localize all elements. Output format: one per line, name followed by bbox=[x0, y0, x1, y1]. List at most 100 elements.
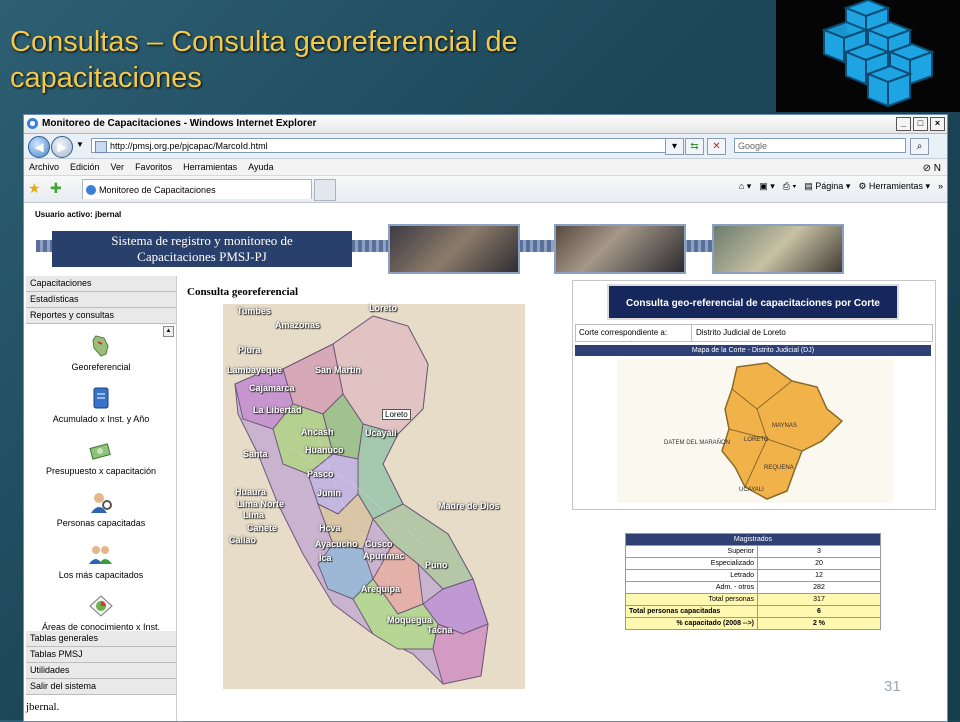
row-value: 6 bbox=[757, 605, 881, 618]
sidebar-item-capacitaciones[interactable]: Capacitaciones bbox=[26, 276, 176, 292]
page-content: Usuario activo: jbernal Sistema de regis… bbox=[24, 204, 947, 721]
map-region-label[interactable]: Hcva bbox=[319, 523, 341, 533]
norton-icon[interactable]: ⊘ N bbox=[923, 161, 941, 177]
feeds-icon[interactable]: ▣ ▾ bbox=[759, 181, 775, 192]
map-region-label[interactable]: Ancash bbox=[301, 427, 334, 437]
map-region-label[interactable]: Tacna bbox=[427, 625, 452, 635]
map-region-label[interactable]: Santa bbox=[243, 449, 268, 459]
chart-icon bbox=[89, 595, 113, 617]
menu-herramientas[interactable]: Herramientas bbox=[183, 159, 237, 175]
map-region-label[interactable]: Ica bbox=[319, 553, 332, 563]
money-icon bbox=[89, 443, 111, 460]
menu-georeferencial[interactable]: Georeferencial bbox=[26, 334, 176, 386]
map-peru-icon bbox=[92, 335, 109, 357]
tab-title: Monitoreo de Capacitaciones bbox=[99, 185, 216, 195]
menu-mas-capacitados[interactable]: Los más capacitados bbox=[26, 542, 176, 594]
map-region-label[interactable]: La Libertad bbox=[253, 405, 302, 415]
map-region-label[interactable]: Moquegua bbox=[387, 615, 432, 625]
map-region-label[interactable]: Callao bbox=[229, 535, 256, 545]
map-region-label[interactable]: Lima Norte bbox=[237, 499, 284, 509]
search-icon[interactable]: ⌕ bbox=[910, 138, 929, 155]
browser-window: Monitoreo de Capacitaciones - Windows In… bbox=[23, 114, 948, 722]
map-region-label[interactable]: Cusco bbox=[365, 539, 393, 549]
map-region-label[interactable]: Lima bbox=[243, 510, 264, 520]
address-bar: ◀ ▶ ▼ http://pmsj.org.pe/pjcapac/MarcoId… bbox=[24, 134, 947, 159]
map-region-label[interactable]: Cajamarca bbox=[249, 383, 295, 393]
map-region-label[interactable]: Junin bbox=[317, 488, 341, 498]
menu-ayuda[interactable]: Ayuda bbox=[248, 159, 273, 175]
map-region-label[interactable]: Pasco bbox=[307, 469, 334, 479]
map-region-label[interactable]: Tumbes bbox=[237, 306, 271, 316]
favorites-star-icon[interactable]: ★ bbox=[28, 180, 41, 197]
back-button[interactable]: ◀ bbox=[28, 136, 50, 158]
peru-map[interactable] bbox=[223, 304, 525, 689]
close-button[interactable]: × bbox=[930, 117, 945, 131]
sidebar-item-estadisticas[interactable]: Estadísticas bbox=[26, 292, 176, 308]
map-region-label[interactable]: Apurimac bbox=[363, 551, 405, 561]
sidebar-item-tablas-pmsj[interactable]: Tablas PMSJ bbox=[26, 647, 176, 663]
url-dropdown-icon[interactable]: ▾ bbox=[665, 138, 684, 155]
map-region-label[interactable]: Ucayali bbox=[365, 428, 397, 438]
magistrados-header: Magistrados bbox=[625, 533, 881, 546]
sidebar-item-utilidades[interactable]: Utilidades bbox=[26, 663, 176, 679]
province-label: REQUENA bbox=[764, 465, 794, 471]
banner-line2: Capacitaciones PMSJ-PJ bbox=[137, 249, 267, 264]
tools-menu-label: Herramientas bbox=[868, 181, 923, 191]
menu-personas[interactable]: Personas capacitadas bbox=[26, 490, 176, 542]
map-region-label[interactable]: Ayacucho bbox=[315, 539, 358, 549]
search-input[interactable]: Google bbox=[734, 138, 906, 153]
user-active-label: Usuario activo: bbox=[35, 210, 93, 219]
row-label: % capacitado (2008 -->) bbox=[625, 617, 758, 630]
map-region-label[interactable]: Piura bbox=[238, 345, 261, 355]
tools-menu[interactable]: ⚙ Herramientas ▾ bbox=[858, 181, 930, 192]
province-label: UCAYALI bbox=[739, 487, 764, 493]
map-region-label[interactable]: Lambayeque bbox=[227, 365, 282, 375]
sidebar-item-reportes[interactable]: Reportes y consultas bbox=[26, 308, 176, 324]
map-region-label[interactable]: Amazonas bbox=[275, 320, 320, 330]
menu-ver[interactable]: Ver bbox=[111, 159, 125, 175]
map-region-label[interactable]: Huanuco bbox=[305, 445, 344, 455]
page-icon bbox=[95, 141, 107, 153]
map-region-label[interactable]: Arequipa bbox=[361, 584, 400, 594]
maximize-button[interactable]: □ bbox=[913, 117, 928, 131]
refresh-icon[interactable]: ⇆ bbox=[685, 138, 704, 155]
home-icon[interactable]: ⌂ ▾ bbox=[739, 181, 751, 192]
banner-title: Sistema de registro y monitoreo de Capac… bbox=[52, 231, 352, 267]
tab-ie-icon bbox=[86, 185, 96, 195]
history-dropdown-icon[interactable]: ▼ bbox=[76, 140, 84, 149]
sidebar-item-salir[interactable]: Salir del sistema bbox=[26, 679, 176, 695]
logo bbox=[776, 0, 960, 112]
map-region-label[interactable]: Puno bbox=[425, 560, 448, 570]
map-region-label[interactable]: Loreto bbox=[369, 303, 397, 313]
menu-archivo[interactable]: Archivo bbox=[29, 159, 59, 175]
map-region-label[interactable]: Cañete bbox=[247, 523, 277, 533]
row-label: Especializado bbox=[625, 557, 758, 570]
map-region-label[interactable]: Madre de Dios bbox=[438, 501, 500, 511]
magistrados-table: Magistrados Superior 3 Especializado 20 Le… bbox=[625, 533, 881, 630]
print-icon[interactable]: ⎙ ▾ bbox=[783, 181, 796, 192]
menu-presupuesto-label: Presupuesto x capacitación bbox=[45, 466, 157, 476]
more-chevron-icon[interactable]: » bbox=[938, 181, 943, 192]
url-text: http://pmsj.org.pe/pjcapac/MarcoId.html bbox=[110, 141, 268, 151]
menu-mas-capacitados-label: Los más capacitados bbox=[58, 570, 144, 580]
page-menu[interactable]: ▤ Página ▾ bbox=[804, 181, 850, 192]
sidebar-item-tablas-generales[interactable]: Tablas generales bbox=[26, 631, 176, 647]
corte-panel: Consulta geo-referencial de capacitacion… bbox=[572, 280, 936, 510]
add-favorite-icon[interactable]: ✚ bbox=[50, 180, 62, 197]
menu-presupuesto[interactable]: Presupuesto x capacitación bbox=[26, 438, 176, 490]
minimize-button[interactable]: _ bbox=[896, 117, 911, 131]
menu-edicion[interactable]: Edición bbox=[70, 159, 100, 175]
new-tab-button[interactable] bbox=[314, 179, 336, 201]
stop-icon[interactable]: ✕ bbox=[707, 138, 726, 155]
menu-favoritos[interactable]: Favoritos bbox=[135, 159, 172, 175]
book-icon bbox=[93, 387, 109, 409]
url-input[interactable]: http://pmsj.org.pe/pjcapac/MarcoId.html bbox=[91, 138, 674, 153]
tab-monitoreo[interactable]: Monitoreo de Capacitaciones bbox=[82, 179, 312, 199]
loreto-map bbox=[617, 359, 893, 503]
map-region-label[interactable]: San Martin bbox=[315, 365, 361, 375]
province-label: DATEM DEL MARAÑON bbox=[664, 440, 731, 446]
forward-button[interactable]: ▶ bbox=[51, 136, 73, 158]
table-row: Superior 3 bbox=[625, 545, 881, 558]
map-region-label[interactable]: Huaura bbox=[235, 487, 266, 497]
menu-acumulado[interactable]: Acumulado x Inst. y Año bbox=[26, 386, 176, 438]
